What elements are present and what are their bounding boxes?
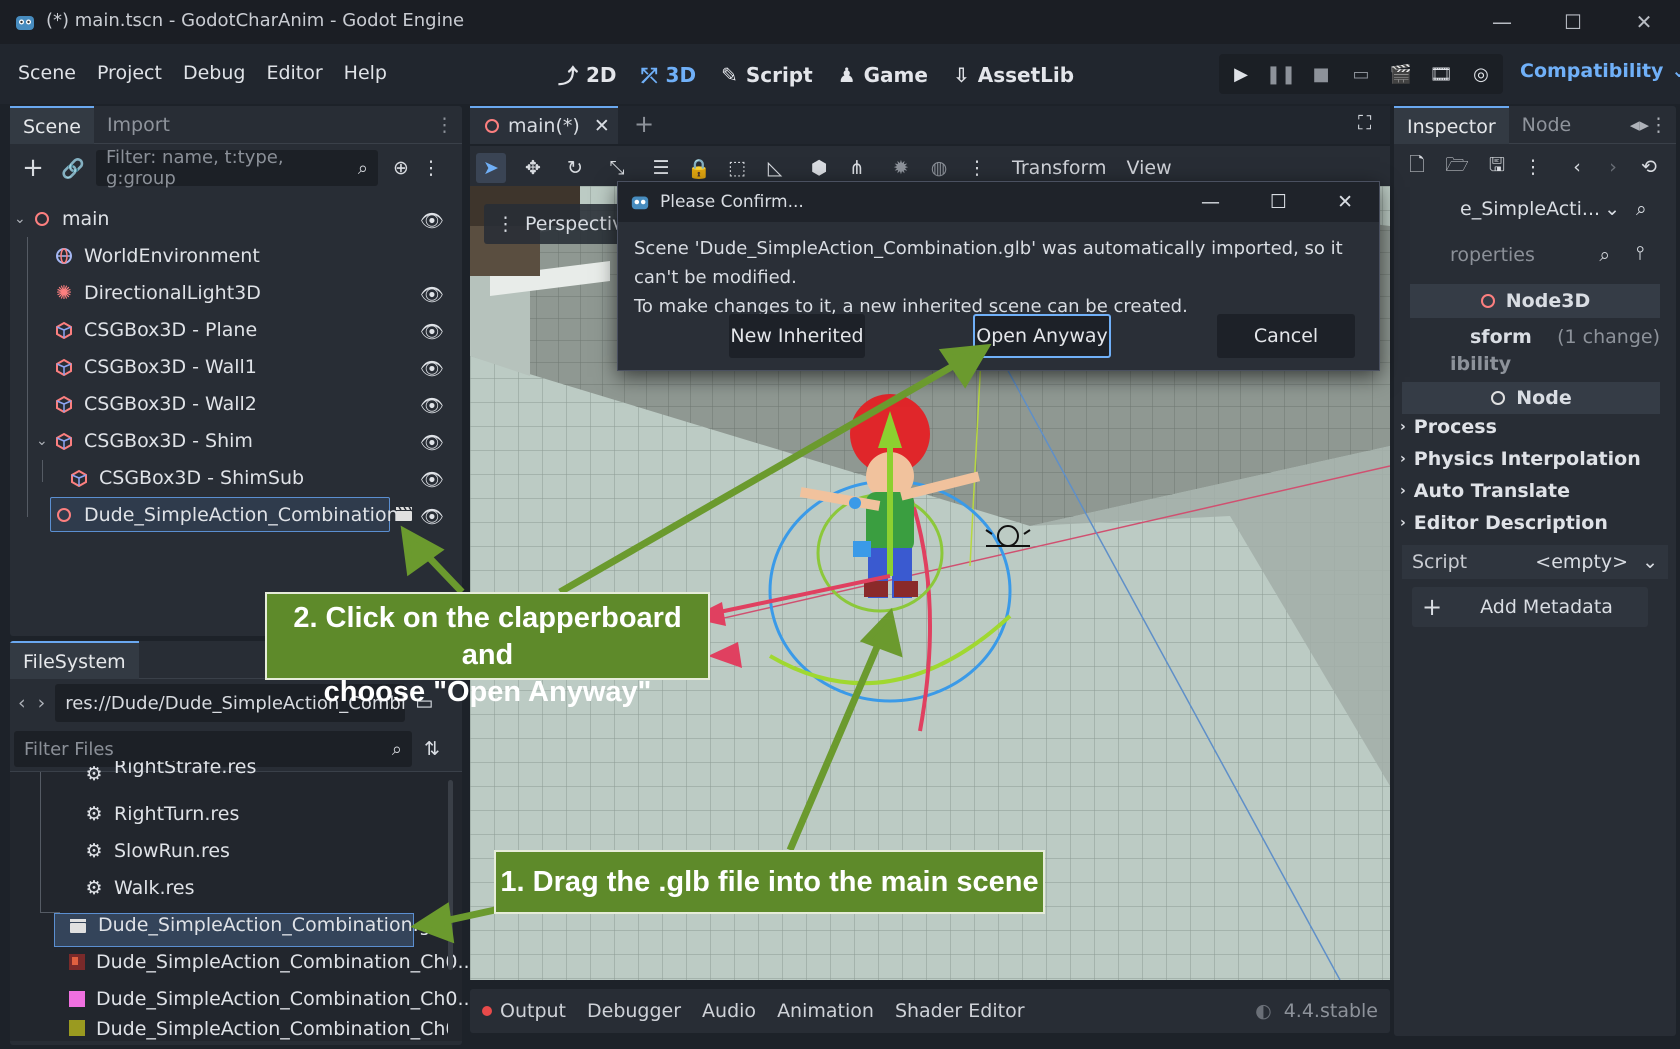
- callout-step-2: 2. Click on the clapperboard and choose …: [265, 592, 710, 708]
- callout-step-1: 1. Drag the .glb file into the main scen…: [494, 850, 1045, 914]
